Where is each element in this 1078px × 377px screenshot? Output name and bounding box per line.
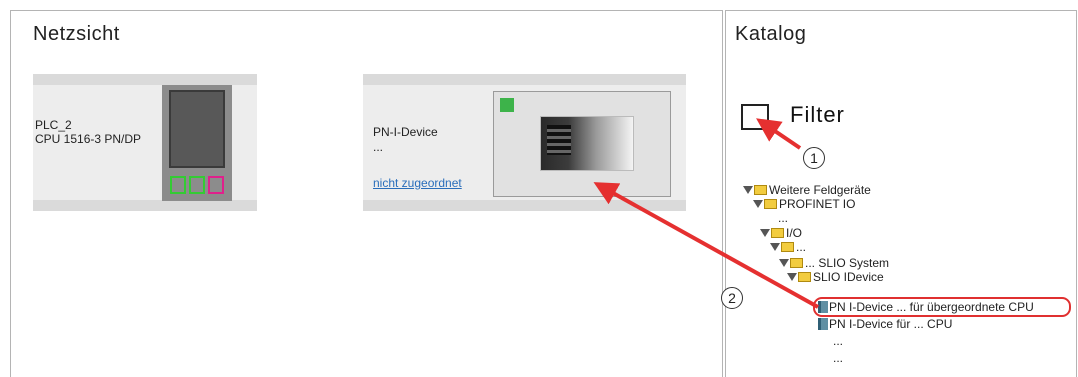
- tree-item-ellipsis-3: ...: [833, 351, 844, 365]
- expand-triangle-icon[interactable]: [787, 273, 797, 281]
- folder-icon: [764, 199, 777, 209]
- device-top-band: [33, 74, 257, 85]
- plc-type: CPU 1516-3 PN/DP: [35, 132, 142, 146]
- pn-i-device-block[interactable]: PN-I-Device ... nicht zugeordnet: [363, 74, 686, 211]
- selected-item-highlight: [813, 297, 1071, 317]
- expand-triangle-icon[interactable]: [753, 200, 763, 208]
- folder-icon: [790, 258, 803, 268]
- expand-triangle-icon[interactable]: [779, 259, 789, 267]
- pn-device-name: PN-I-Device: [373, 125, 438, 139]
- network-view-title: Netzsicht: [33, 23, 120, 45]
- folder-icon: [771, 228, 784, 238]
- status-led: [500, 98, 514, 112]
- tree-item-ellipsis-2: ...: [833, 334, 844, 348]
- plc-image: [162, 85, 232, 201]
- plc-slot-green-2: [189, 176, 205, 194]
- plc-slot-green-1: [170, 176, 186, 194]
- network-view-panel: Netzsicht PLC_2 CPU 1516-3 PN/DP PN-I-De…: [10, 10, 723, 377]
- device-bottom-band: [33, 200, 257, 211]
- folder-icon: [781, 242, 794, 252]
- folder-icon: [754, 185, 767, 195]
- catalog-title: Katalog: [735, 23, 807, 45]
- plc-device-block[interactable]: PLC_2 CPU 1516-3 PN/DP: [33, 74, 257, 211]
- pn-device-image-area: [493, 91, 671, 197]
- callout-2: 2: [721, 287, 743, 309]
- pn-device-sub: ...: [373, 140, 384, 154]
- tree-item-ellipsis-folder[interactable]: ...: [770, 240, 806, 254]
- expand-triangle-icon[interactable]: [743, 186, 753, 194]
- module-ports: [547, 125, 571, 155]
- tree-item-ellipsis: ...: [778, 211, 789, 225]
- device-icon: [818, 318, 828, 330]
- tree-item-io[interactable]: I/O: [760, 226, 802, 240]
- plc-slot-magenta: [208, 176, 224, 194]
- device-top-band: [363, 74, 686, 85]
- callout-1: 1: [803, 147, 825, 169]
- expand-triangle-icon[interactable]: [760, 229, 770, 237]
- tree-item-pn-idevice-cpu[interactable]: PN I-Device für ... CPU: [818, 317, 952, 331]
- filter-label: Filter: [790, 102, 845, 127]
- tree-item-profinet-io[interactable]: PROFINET IO: [753, 197, 855, 211]
- tree-item-slio-system[interactable]: ... SLIO System: [779, 256, 889, 270]
- filter-checkbox[interactable]: [741, 104, 769, 130]
- device-bottom-band: [363, 200, 686, 211]
- tree-item-weitere-feldgeraete[interactable]: Weitere Feldgeräte: [743, 183, 871, 197]
- folder-icon: [798, 272, 811, 282]
- plc-name: PLC_2: [35, 118, 72, 132]
- tree-item-slio-idevice[interactable]: SLIO IDevice: [787, 270, 884, 284]
- not-assigned-link[interactable]: nicht zugeordnet: [373, 176, 462, 190]
- expand-triangle-icon[interactable]: [770, 243, 780, 251]
- plc-display: [169, 90, 225, 168]
- slio-module-image: [540, 116, 634, 171]
